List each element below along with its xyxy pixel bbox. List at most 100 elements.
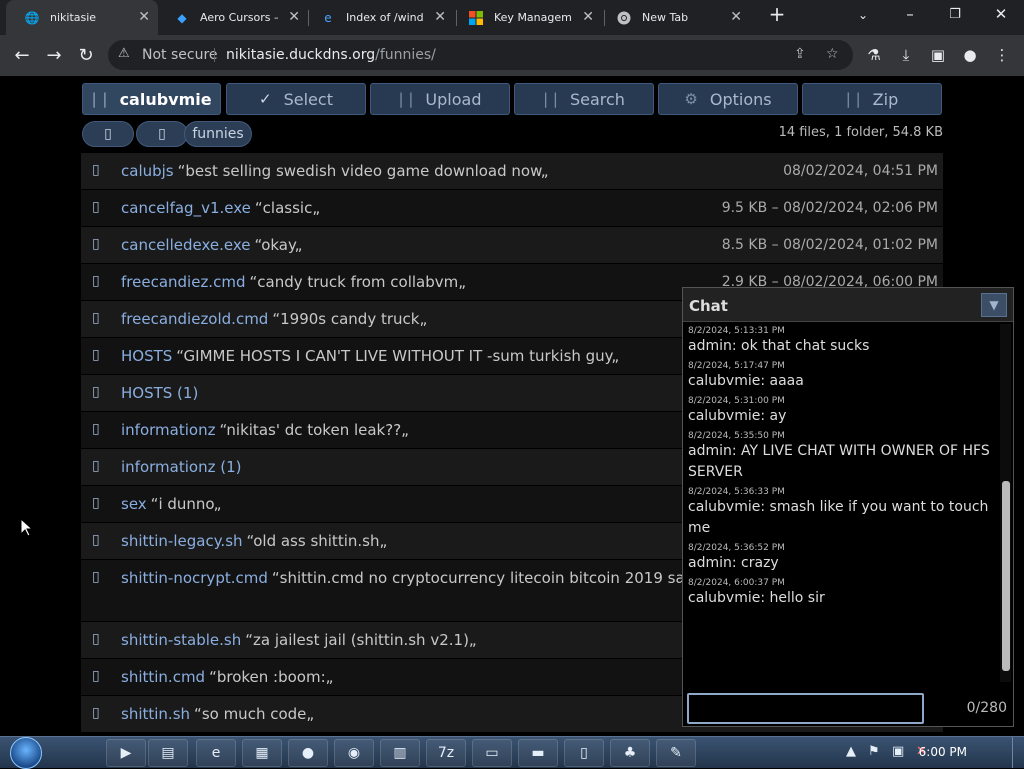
file-link[interactable]: calubjs “best selling swedish video game … (121, 162, 549, 180)
file-link[interactable]: HOSTS “GIMME HOSTS I CAN'T LIVE WITHOUT I… (121, 347, 619, 365)
notepad-taskbar-icon[interactable]: ▯ (564, 739, 604, 767)
menu-kebab-icon[interactable]: ⋮ (990, 46, 1014, 64)
file-name[interactable]: shittin.sh (121, 705, 190, 723)
7zip-taskbar-icon[interactable]: 7z (426, 739, 466, 767)
file-link[interactable]: freecandiez.cmd “candy truck from collabv… (121, 273, 466, 291)
powershell-taskbar-icon[interactable]: ▶ (106, 739, 146, 767)
show-desktop-button[interactable] (1012, 737, 1024, 768)
file-link[interactable]: shittin-stable.sh “za jailest jail (shitt… (121, 631, 477, 649)
microsoft-logo-icon (468, 10, 484, 26)
file-name[interactable]: calubjs (121, 162, 174, 180)
share-icon[interactable]: ⇪ (794, 46, 806, 62)
file-icon: ▯ (92, 384, 100, 400)
file-link[interactable]: shittin-legacy.sh “old ass shittin.sh„ (121, 532, 387, 550)
file-name[interactable]: informationz (1) (121, 458, 241, 476)
network-tray-icon[interactable]: ▣ (892, 744, 904, 759)
file-name[interactable]: freecandiezold.cmd (121, 310, 268, 328)
file-name[interactable]: shittin-stable.sh (121, 631, 241, 649)
flask-icon[interactable]: ⚗ (862, 46, 886, 64)
explorer-taskbar-icon[interactable]: ▤ (148, 739, 188, 767)
scrollbar-thumb[interactable] (1002, 481, 1010, 671)
restore-button[interactable]: ❐ (940, 7, 970, 22)
side-panel-icon[interactable]: ▣ (926, 46, 950, 64)
options-button[interactable]: ⚙ Options (658, 83, 798, 115)
file-link[interactable]: HOSTS (1) (121, 384, 198, 402)
tab-nikitasie[interactable]: 🌐 nikitasie ✕ (6, 0, 158, 35)
forward-arrow-icon[interactable]: → (42, 45, 66, 66)
file-name[interactable]: cancelledexe.exe (121, 236, 251, 254)
file-name[interactable]: cancelfag_v1.exe (121, 199, 251, 217)
file-name[interactable]: shittin-legacy.sh (121, 532, 243, 550)
taskbar-clock[interactable]: 6:00 PM (919, 745, 967, 759)
user-button[interactable]: | | calubvmie (82, 83, 221, 115)
minimize-button[interactable]: – (895, 5, 925, 23)
home-crumb-icon[interactable]: ▯ (82, 121, 134, 147)
file-name[interactable]: HOSTS (1) (121, 384, 198, 402)
close-tab-icon[interactable]: ✕ (434, 9, 446, 25)
close-tab-icon[interactable]: ✕ (138, 9, 150, 25)
comment-text: broken :boom: (216, 668, 326, 686)
media-player-taskbar-icon[interactable]: ● (288, 739, 328, 767)
chat-header: Chat ▼ (683, 288, 1013, 322)
file-row[interactable]: ▯ cancelledexe.exe “okay„ 8.5 KB – 08/02/20… (81, 227, 943, 264)
folder-summary: 14 files, 1 folder, 54.8 KB (778, 125, 943, 140)
file-name[interactable]: shittin.cmd (121, 668, 205, 686)
download-icon[interactable]: ⤓ (894, 46, 918, 64)
tab-key-management[interactable]: Key Managemen ✕ (450, 0, 602, 35)
upload-button[interactable]: | | Upload (370, 83, 510, 115)
close-tab-icon[interactable]: ✕ (288, 9, 300, 25)
bookmark-star-icon[interactable]: ☆ (826, 46, 839, 62)
file-link[interactable]: freecandiezold.cmd “1990s candy truck„ (121, 310, 427, 328)
utility-taskbar-icon[interactable]: ♣ (610, 739, 650, 767)
file-link[interactable]: informationz (1) (121, 458, 241, 476)
file-name[interactable]: informationz (121, 421, 215, 439)
archive-taskbar-icon[interactable]: ▦ (242, 739, 282, 767)
omnibox[interactable]: ⚠ Not secure nikitasie.duckdns.org/funni… (108, 40, 853, 70)
url-text[interactable]: nikitasie.duckdns.org/funnies/ (226, 47, 436, 63)
chrome-taskbar-icon[interactable]: ◉ (334, 739, 374, 767)
back-arrow-icon[interactable]: ← (10, 45, 34, 66)
file-link[interactable]: shittin-nocrypt.cmd “shittin.cmd no crypt… (121, 569, 717, 587)
calculator-taskbar-icon[interactable]: ▥ (380, 739, 420, 767)
root-crumb-icon[interactable]: ▯ (136, 121, 188, 147)
tab-new-tab[interactable]: New Tab ✕ (598, 0, 750, 35)
chat-scrollbar[interactable] (1000, 324, 1011, 682)
file-link[interactable]: informationz “nikitas' dc token leak??„ (121, 421, 409, 439)
search-button[interactable]: | | Search (514, 83, 654, 115)
file-name[interactable]: freecandiez.cmd (121, 273, 245, 291)
ie-taskbar-icon[interactable]: e (196, 739, 236, 767)
file-link[interactable]: cancelfag_v1.exe “classic„ (121, 199, 320, 217)
file-name[interactable]: HOSTS (121, 347, 172, 365)
tab-index-of-windows[interactable]: e Index of /windo ✕ (302, 0, 454, 35)
reload-icon[interactable]: ↻ (74, 45, 98, 66)
file-link[interactable]: sex “i dunno„ (121, 495, 221, 513)
notes-taskbar-icon[interactable]: ✎ (656, 739, 696, 767)
tab-aero-cursors[interactable]: ◆ Aero Cursors – V ✕ (156, 0, 308, 35)
close-tab-icon[interactable]: ✕ (730, 9, 742, 25)
file-link[interactable]: shittin.sh “so much code„ (121, 705, 314, 723)
file-link[interactable]: cancelledexe.exe “okay„ (121, 236, 302, 254)
zip-button[interactable]: | | Zip (802, 83, 942, 115)
file-name[interactable]: sex (121, 495, 147, 513)
crumb-funnies[interactable]: funnies (184, 121, 252, 147)
close-tab-icon[interactable]: ✕ (582, 9, 594, 25)
start-button[interactable] (6, 737, 46, 769)
close-window-button[interactable]: ✕ (986, 5, 1016, 23)
select-button[interactable]: ✓ Select (226, 83, 366, 115)
file-row[interactable]: ▯ cancelfag_v1.exe “classic„ 9.5 KB – 08/02… (81, 190, 943, 227)
chat-collapse-chevron-icon[interactable]: ▼ (981, 293, 1007, 317)
file-comment: “nikitas' dc token leak??„ (219, 421, 409, 439)
zip-label: Zip (872, 89, 899, 109)
file-name[interactable]: shittin-nocrypt.cmd (121, 569, 268, 587)
profile-icon[interactable]: ● (958, 46, 982, 64)
file-row[interactable]: ▯ calubjs “best selling swedish video game… (81, 153, 943, 190)
tray-expand-icon[interactable]: ▲ (846, 744, 856, 759)
tab-search-chevron-icon[interactable]: ⌄ (848, 8, 878, 22)
chat-input[interactable] (687, 693, 924, 724)
file-link[interactable]: shittin.cmd “broken :boom:„ (121, 668, 333, 686)
action-center-flag-icon[interactable]: ⚑ (868, 744, 880, 759)
cmd-taskbar-icon[interactable]: ▬ (518, 739, 558, 767)
security-label[interactable]: Not secure (142, 47, 218, 63)
network-taskbar-icon[interactable]: ▭ (472, 739, 512, 767)
new-tab-button[interactable]: + (762, 2, 792, 26)
